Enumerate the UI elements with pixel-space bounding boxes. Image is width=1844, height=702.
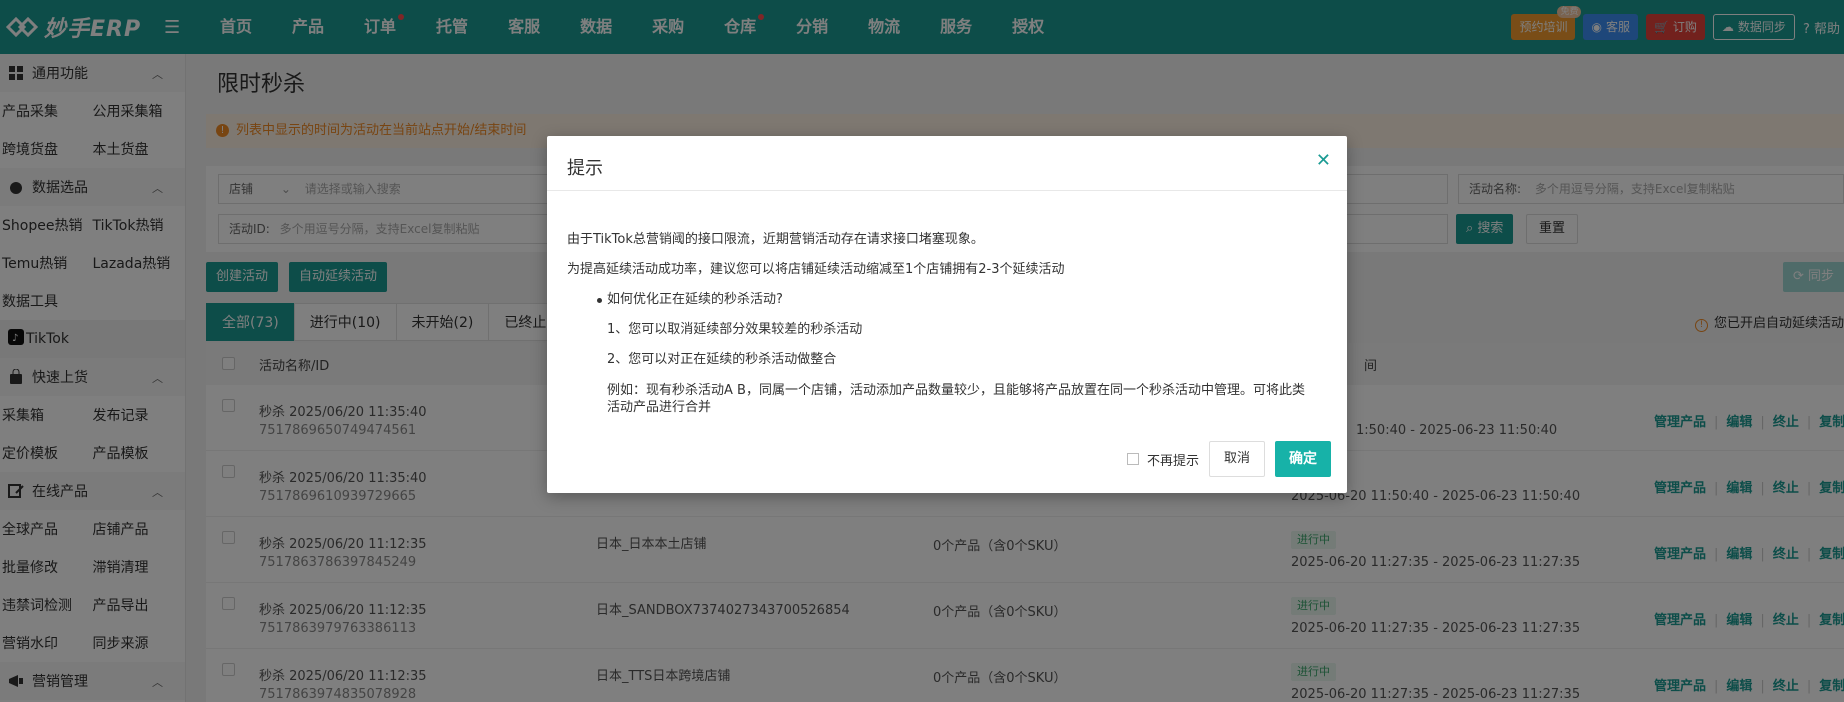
dialog-tip-1: 1、您可以取消延续部分效果较差的秒杀活动 (607, 322, 863, 337)
dialog-body: 由于TikTok总营销阈的接口限流，近期营销活动存在请求接口堵塞现象。 为提高延… (567, 225, 1327, 416)
checkbox-box[interactable] (1126, 453, 1139, 465)
dialog-line-suggestion: 为提高延续活动成功率，建议您可以将店铺延续活动缩减至1个店铺拥有2-3个延续活动 (567, 262, 1065, 277)
dialog-tip-2: 2、您可以对正在延续的秒杀活动做整合 (607, 352, 837, 367)
dialog-footer: 不再提示 取消 确定 (1126, 441, 1331, 477)
no-remind-checkbox[interactable]: 不再提示 (1126, 450, 1199, 469)
confirm-button[interactable]: 确定 (1275, 441, 1331, 477)
dialog-title: 提示 (567, 158, 603, 179)
dialog-line-throttle: 由于TikTok总营销阈的接口限流，近期营销活动存在请求接口堵塞现象。 (567, 232, 984, 247)
dialog-header: 提示 ✕ (547, 136, 1347, 191)
notice-dialog: 提示 ✕ 由于TikTok总营销阈的接口限流，近期营销活动存在请求接口堵塞现象。… (547, 136, 1347, 493)
cancel-button[interactable]: 取消 (1208, 441, 1265, 477)
dialog-example: 例如：现有秒杀活动A B，同属一个店铺，活动添加产品数量较少，且能够将产品放置在… (607, 383, 1305, 415)
close-icon[interactable]: ✕ (1316, 150, 1331, 171)
dialog-bullet: 如何优化正在延续的秒杀活动? (567, 285, 1327, 315)
